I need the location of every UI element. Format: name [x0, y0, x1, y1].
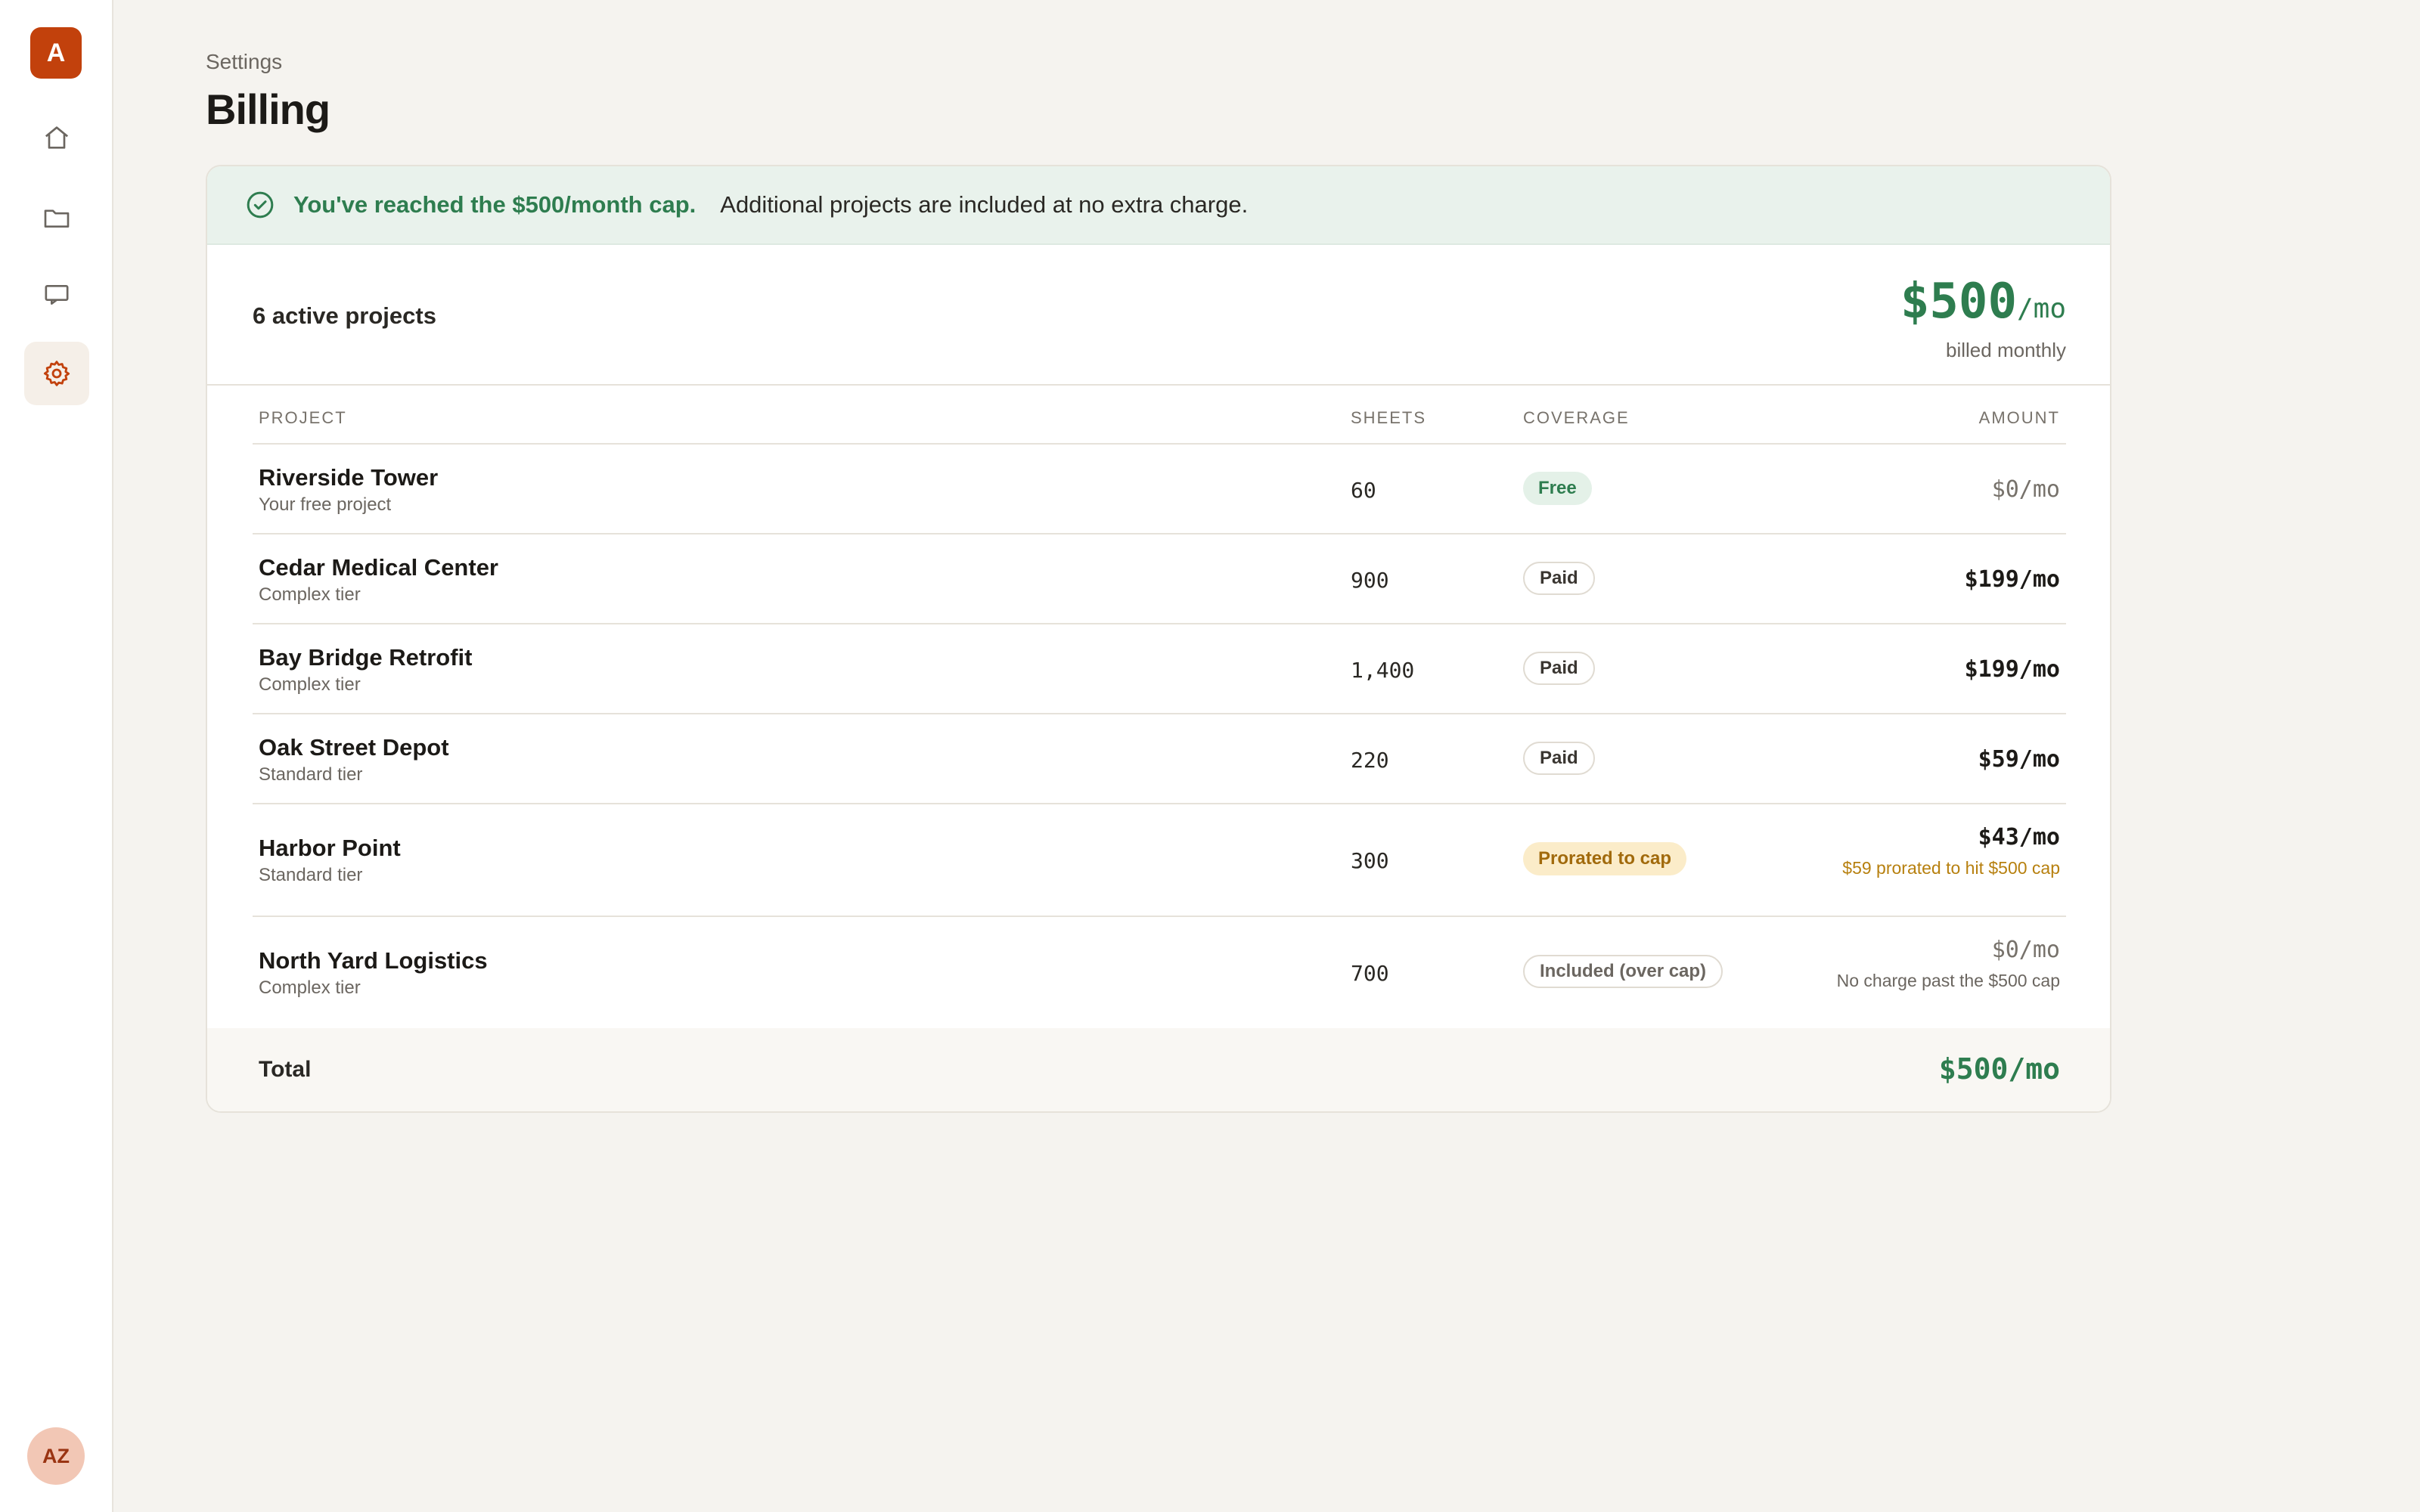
table-row[interactable]: Cedar Medical Center Complex tier 900 Pa… [253, 534, 2066, 624]
sheet-count: 220 [1351, 748, 1389, 773]
total-label: Total [259, 1057, 312, 1082]
project-name: Cedar Medical Center [259, 554, 498, 581]
sheet-count: 60 [1351, 478, 1376, 503]
over-cap-note: No charge past the $500 cap [1836, 971, 2060, 990]
projects-table: PROJECT SHEETS COVERAGE AMOUNT Riverside… [253, 386, 2066, 1030]
monthly-price: $500/mo [1900, 274, 2066, 330]
project-amount: $199/mo [1964, 656, 2060, 683]
project-name: Riverside Tower [259, 464, 439, 491]
sheet-count: 700 [1351, 961, 1389, 986]
sidebar-item-projects[interactable] [24, 186, 89, 249]
user-avatar[interactable]: AZ [27, 1427, 85, 1485]
folder-icon [44, 209, 70, 228]
check-circle-icon [247, 191, 274, 218]
sidebar-item-inbox[interactable] [24, 263, 89, 327]
project-tier: Your free project [259, 494, 392, 515]
project-name: Harbor Point [259, 835, 401, 861]
coverage-badge: Free [1523, 472, 1592, 505]
table-row[interactable]: Oak Street Depot Standard tier 220 Paid … [253, 714, 2066, 804]
app-logo[interactable]: A [30, 27, 82, 79]
column-header-coverage: COVERAGE [1523, 408, 1630, 427]
table-row[interactable]: Bay Bridge Retrofit Complex tier 1,400 P… [253, 624, 2066, 714]
coverage-badge: Paid [1523, 652, 1595, 685]
coverage-badge: Paid [1523, 562, 1595, 595]
project-amount: $43/mo [1978, 824, 2060, 850]
monthly-price-unit: /mo [2016, 293, 2066, 324]
project-amount: $59/mo [1978, 746, 2060, 773]
table-row[interactable]: Riverside Tower Your free project 60 Fre… [253, 445, 2066, 534]
sidebar-item-settings[interactable] [24, 342, 89, 405]
billing-summary: 6 active projects $500/mo billed monthly [207, 245, 2110, 386]
project-tier: Complex tier [259, 978, 361, 998]
table-row[interactable]: North Yard Logistics Complex tier 700 In… [253, 917, 2066, 1030]
project-tier: Standard tier [259, 865, 363, 885]
project-amount: $199/mo [1964, 566, 2060, 593]
gear-icon [43, 361, 70, 386]
active-projects-count: 6 active projects [253, 302, 436, 329]
coverage-badge: Included (over cap) [1523, 955, 1723, 988]
coverage-badge: Paid [1523, 742, 1595, 775]
monthly-price-amount: $500 [1900, 274, 2017, 330]
inbox-icon [45, 285, 69, 305]
project-name: North Yard Logistics [259, 947, 488, 974]
proration-note: $59 prorated to hit $500 cap [1842, 858, 2060, 878]
billing-frequency: billed monthly [1946, 339, 2066, 361]
column-header-project: PROJECT [259, 408, 347, 427]
project-amount: $0/mo [1991, 937, 2060, 963]
total-amount: $500/mo [1938, 1052, 2060, 1086]
sheet-count: 900 [1351, 568, 1389, 593]
project-name: Bay Bridge Retrofit [259, 644, 473, 671]
project-amount: $0/mo [1991, 476, 2060, 503]
project-tier: Complex tier [259, 674, 361, 695]
sheet-count: 300 [1351, 848, 1389, 873]
home-icon [45, 126, 69, 149]
sidebar: A AZ [0, 0, 113, 1512]
table-header: PROJECT SHEETS COVERAGE AMOUNT [253, 386, 2066, 445]
page-title: Billing [206, 85, 330, 133]
sheet-count: 1,400 [1351, 658, 1415, 683]
project-tier: Standard tier [259, 764, 363, 785]
table-row[interactable]: Harbor Point Standard tier 300 Prorated … [253, 804, 2066, 917]
column-header-amount: AMOUNT [1978, 408, 2060, 427]
breadcrumb[interactable]: Settings [206, 50, 282, 74]
project-name: Oak Street Depot [259, 734, 449, 761]
banner-message: Additional projects are included at no e… [720, 191, 1249, 218]
cap-banner: You've reached the $500/month cap. Addit… [207, 166, 2110, 245]
sidebar-item-home[interactable] [24, 106, 89, 169]
billing-card: You've reached the $500/month cap. Addit… [206, 165, 2111, 1113]
total-row: Total $500/mo [207, 1028, 2110, 1111]
coverage-badge: Prorated to cap [1523, 842, 1687, 875]
project-tier: Complex tier [259, 584, 361, 605]
column-header-sheets: SHEETS [1351, 408, 1427, 427]
banner-headline: You've reached the $500/month cap. [293, 191, 697, 218]
